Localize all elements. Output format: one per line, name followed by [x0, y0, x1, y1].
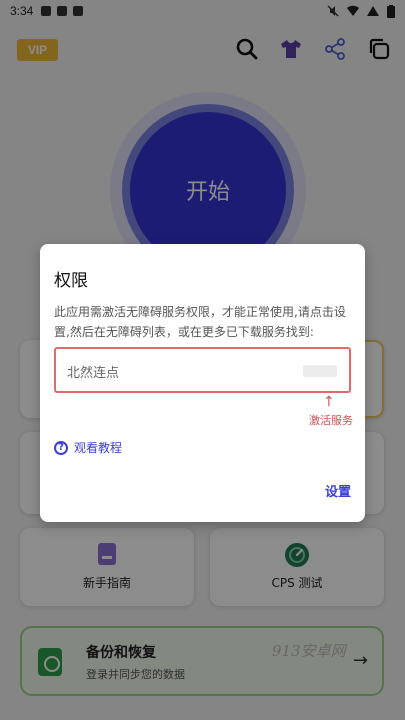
tutorial-link-label: 观看教程	[74, 441, 123, 455]
dialog-title: 权限	[54, 271, 88, 291]
permission-dialog: 权限 此应用需激活无障碍服务权限，才能正常使用,请点击设置,然后在无障碍列表，或…	[40, 244, 365, 522]
help-icon: ?	[54, 440, 68, 455]
tutorial-link[interactable]: ? 观看教程	[54, 439, 122, 456]
toggle-placeholder	[303, 365, 337, 377]
settings-button[interactable]: 设置	[325, 481, 351, 500]
service-name: 北然连点	[67, 366, 120, 381]
arrow-up-icon: ↑	[323, 394, 335, 410]
activate-hint: 激活服务	[309, 414, 353, 427]
dialog-message: 此应用需激活无障碍服务权限，才能正常使用,请点击设置,然后在无障碍列表，或在更多…	[54, 305, 346, 339]
service-name-box: 北然连点	[54, 347, 351, 393]
